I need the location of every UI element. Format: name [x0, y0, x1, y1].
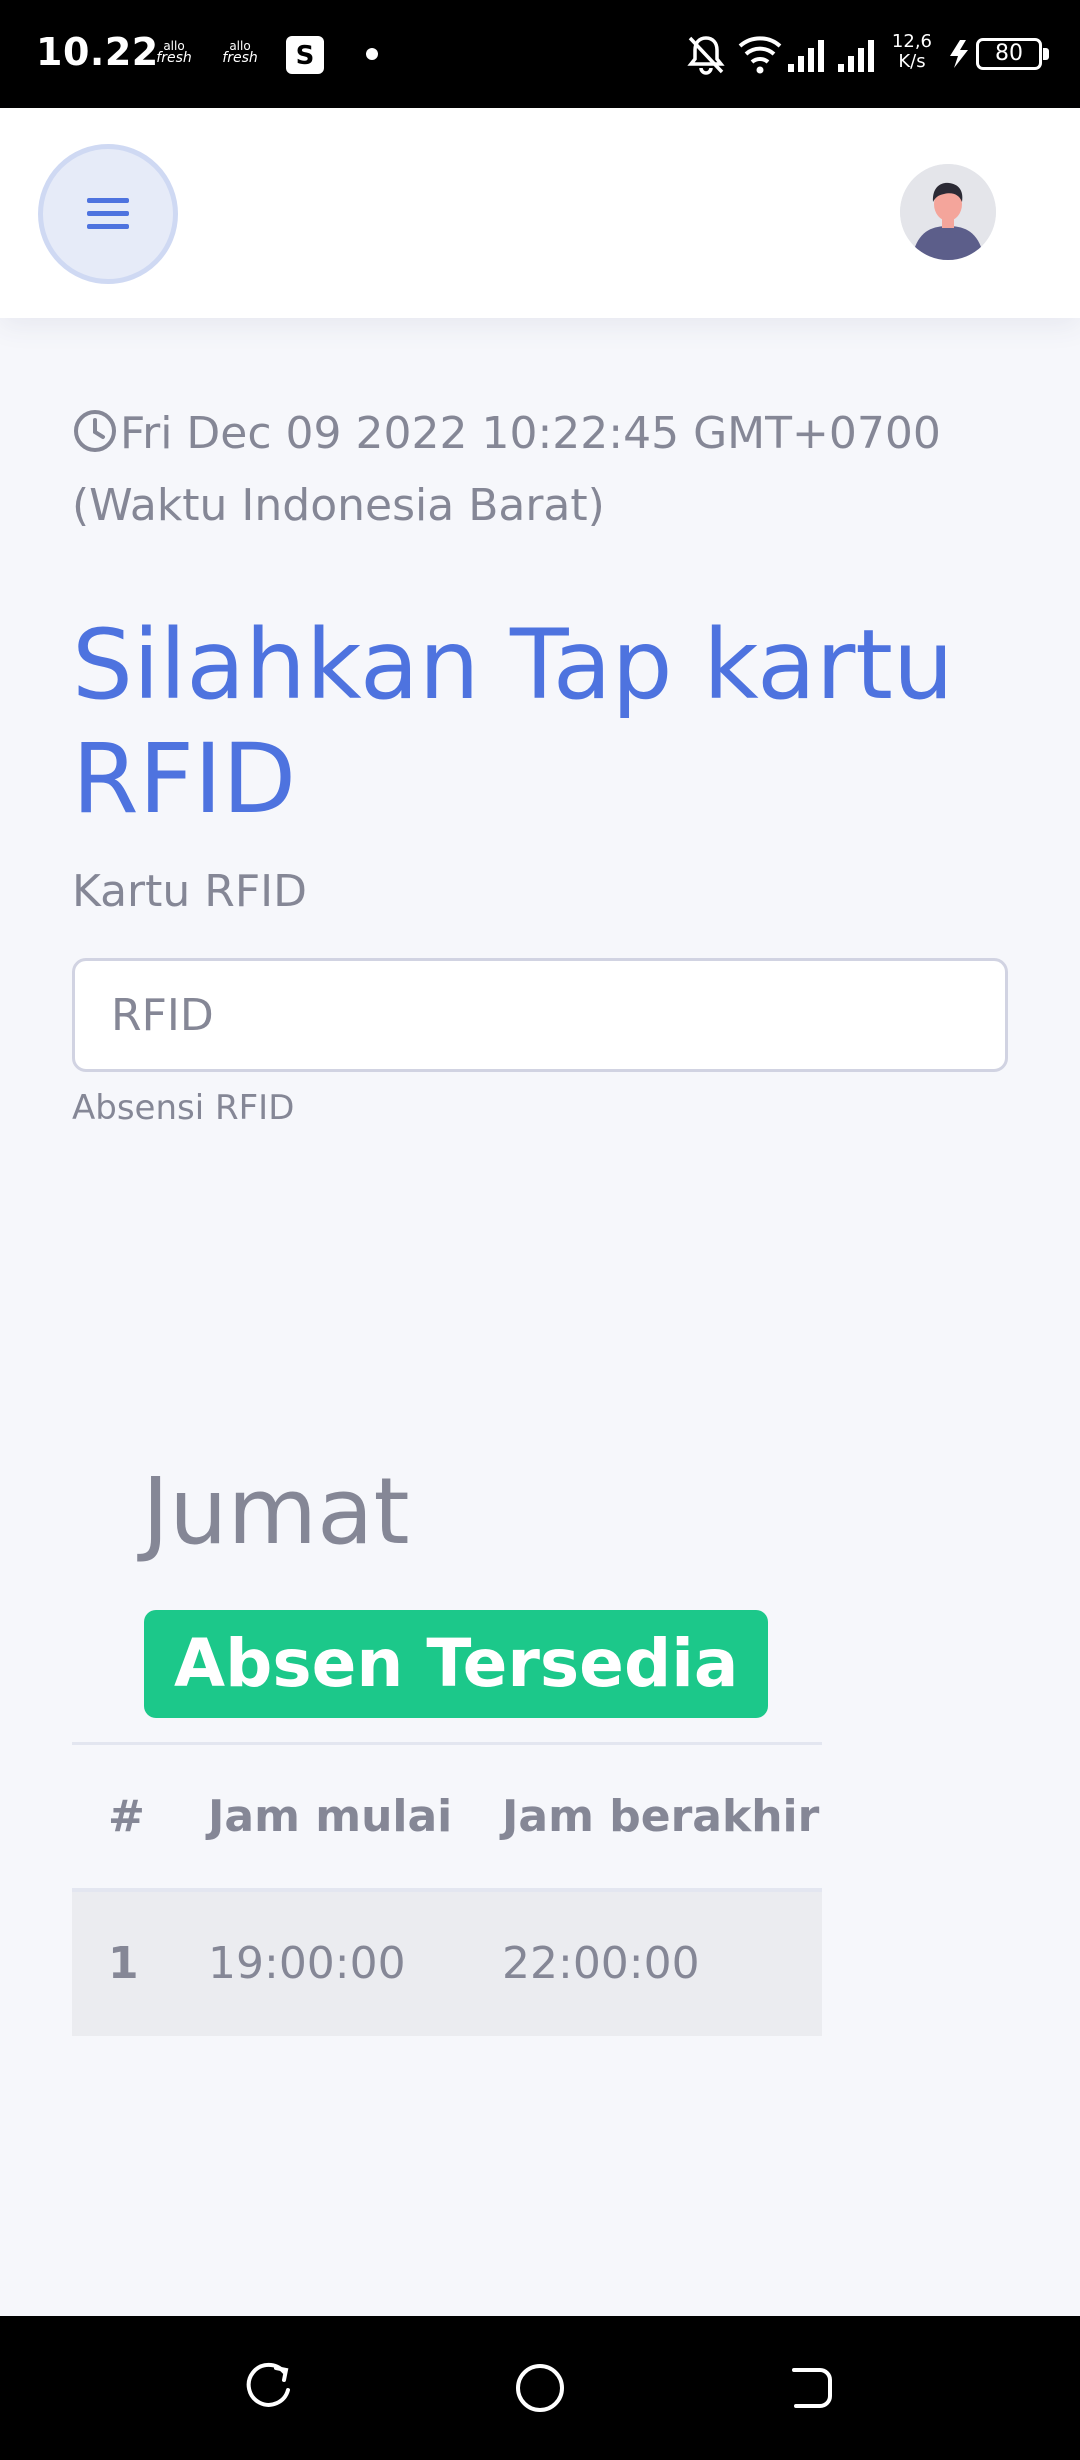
battery-level: 80	[976, 38, 1042, 70]
recent-apps-icon[interactable]	[240, 2358, 300, 2418]
hamburger-menu-icon	[87, 198, 129, 229]
status-time: 10.22	[36, 30, 159, 74]
column-header-number: #	[72, 1742, 208, 1892]
signal-icon	[788, 40, 874, 72]
back-icon[interactable]	[780, 2358, 840, 2418]
column-header-start: Jam mulai	[208, 1742, 502, 1892]
user-avatar[interactable]	[900, 164, 996, 260]
system-nav-bar	[0, 2316, 1080, 2460]
network-speed: 12,6 K/s	[891, 31, 932, 72]
user-avatar-icon	[900, 164, 996, 260]
rfid-input[interactable]	[72, 958, 1008, 1072]
rfid-label: Kartu RFID	[72, 866, 307, 917]
table-header-row: # Jam mulai Jam berakhir	[72, 1742, 822, 1892]
allofresh-icon: allo fresh	[222, 39, 258, 66]
top-navbar	[0, 108, 1080, 318]
table-row: 1 19:00:00 22:00:00	[72, 1889, 822, 2036]
shopee-icon: S	[286, 36, 324, 74]
day-name: Jumat	[142, 1458, 410, 1565]
wifi-icon	[738, 36, 782, 74]
clock-icon	[74, 410, 116, 452]
rfid-help-text: Absensi RFID	[72, 1088, 295, 1128]
notification-dot-icon	[366, 48, 378, 60]
end-time: 22:00:00	[502, 1938, 700, 1989]
charging-icon	[950, 40, 968, 68]
schedule-table: # Jam mulai Jam berakhir 1 19:00:00 22:0…	[72, 1742, 822, 2036]
home-icon[interactable]	[510, 2358, 570, 2418]
current-datetime: Fri Dec 09 2022 10:22:45 GMT+0700 (Waktu…	[72, 398, 1008, 542]
status-bar: 10.22 allo fresh allo fresh S 12,6 K/s 8…	[0, 0, 1080, 108]
page-title: Silahkan Tap kartu RFID	[72, 609, 954, 835]
status-badge: Absen Tersedia	[144, 1610, 769, 1718]
start-time: 19:00:00	[208, 1938, 406, 1989]
datetime-text: Fri Dec 09 2022 10:22:45 GMT+0700 (Waktu…	[72, 408, 941, 531]
column-header-end: Jam berakhir	[502, 1742, 822, 1892]
row-number: 1	[108, 1938, 139, 1989]
allofresh-icon: allo fresh	[156, 39, 192, 66]
battery-tip	[1043, 48, 1049, 60]
sidebar-toggle-button[interactable]	[38, 144, 178, 284]
bell-muted-icon	[687, 36, 725, 75]
